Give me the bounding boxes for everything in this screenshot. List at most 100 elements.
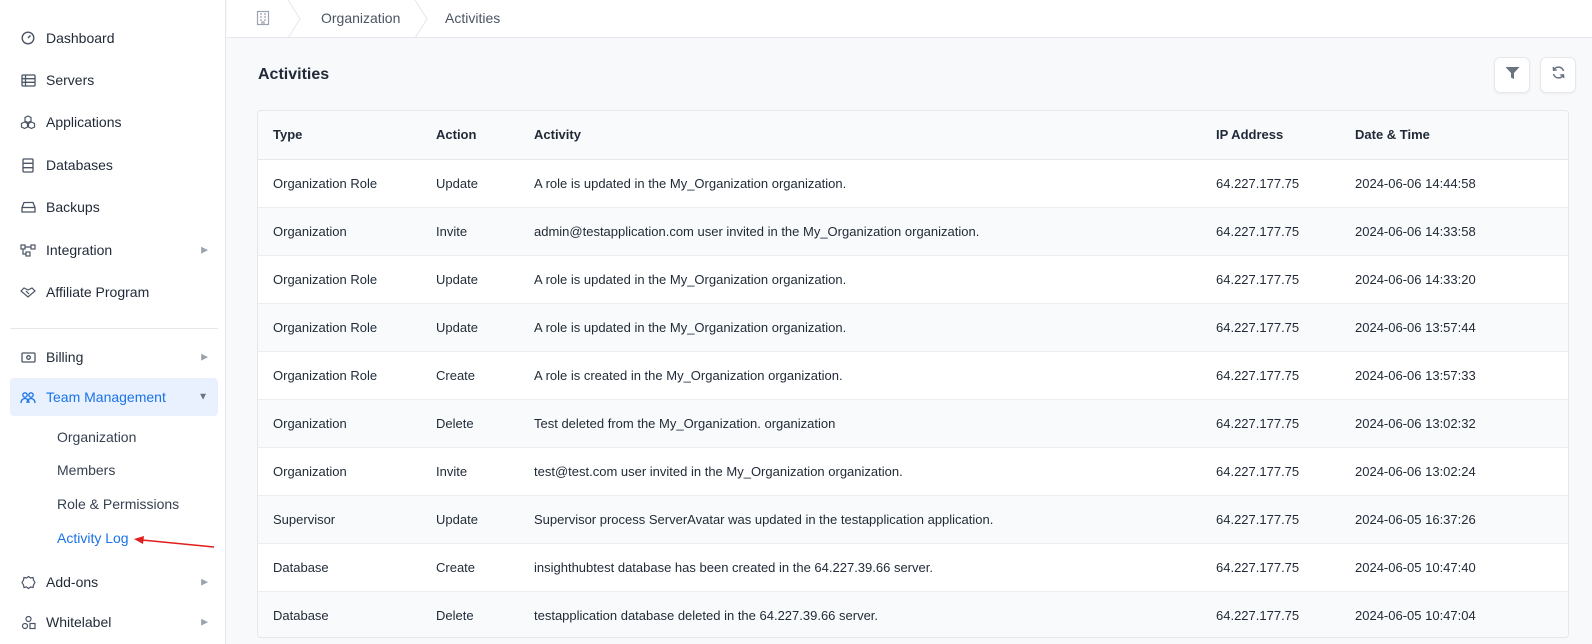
cell-ip-address: 64.227.177.75	[1216, 271, 1300, 287]
refresh-icon	[1551, 65, 1566, 85]
sidebar-item-backups[interactable]: Backups	[10, 188, 218, 226]
sub-item-role-permissions[interactable]: Role & Permissions	[57, 496, 179, 512]
breadcrumb-activities: Activities	[445, 10, 501, 26]
table-row: Organization Role Update A role is updat…	[258, 303, 1568, 351]
sidebar-item-label: Integration	[46, 242, 113, 258]
sidebar-item-databases[interactable]: Databases	[10, 146, 218, 184]
cell-ip-address: 64.227.177.75	[1216, 319, 1300, 335]
page-title: Activities	[258, 66, 330, 83]
cell-action: Delete	[436, 415, 474, 431]
server-icon	[19, 71, 37, 89]
breadcrumb-organization[interactable]: Organization	[321, 10, 400, 26]
sub-item-activity-log[interactable]: Activity Log	[57, 530, 129, 546]
column-header-type: Type	[258, 111, 436, 160]
organization-building-icon[interactable]	[255, 10, 271, 26]
cell-type: Organization	[273, 223, 347, 239]
chevron-right-icon: ▶	[201, 616, 208, 627]
filter-icon	[1505, 66, 1520, 85]
sidebar-item-label: Backups	[46, 199, 100, 215]
dashboard-gauge-icon	[19, 29, 37, 47]
sidebar-item-addons[interactable]: Add-ons ▶	[10, 563, 218, 601]
cell-date-time: 2024-06-05 10:47:40	[1355, 559, 1476, 575]
cell-date-time: 2024-06-06 14:33:58	[1355, 223, 1476, 239]
cell-activity: testapplication database deleted in the …	[534, 607, 879, 623]
cell-date-time: 2024-06-06 13:02:32	[1355, 415, 1476, 431]
table-row: Database Delete testapplication database…	[258, 591, 1568, 637]
cell-date-time: 2024-06-06 13:57:44	[1355, 319, 1476, 335]
cell-action: Update	[436, 175, 478, 191]
annotation-arrow-icon	[134, 536, 215, 548]
cell-action: Update	[436, 511, 478, 527]
cell-date-time: 2024-06-06 14:33:20	[1355, 271, 1476, 287]
cell-type: Organization Role	[273, 367, 378, 383]
sidebar-item-affiliate[interactable]: Affiliate Program	[10, 273, 218, 311]
chevron-right-icon: ▶	[201, 576, 208, 587]
cell-date-time: 2024-06-06 14:44:58	[1355, 175, 1476, 191]
cell-action: Create	[436, 367, 476, 383]
table-row: Organization Invite test@test.com user i…	[258, 447, 1568, 495]
applications-cubes-icon	[19, 113, 37, 131]
table-row: Organization Delete Test deleted from th…	[258, 399, 1568, 447]
cell-type: Organization	[273, 463, 347, 479]
whitelabel-shapes-icon	[19, 613, 37, 631]
cell-activity: A role is updated in the My_Organization…	[534, 271, 847, 287]
sidebar-item-whitelabel[interactable]: Whitelabel ▶	[10, 603, 218, 641]
breadcrumb-separator-icon	[414, 0, 428, 38]
cell-action: Update	[436, 319, 478, 335]
chevron-down-icon: ▼	[198, 391, 208, 403]
table-header-row: Type Action Activity IP Address Date & T…	[258, 111, 1568, 160]
column-header-activity: Activity	[534, 111, 1216, 160]
sidebar-item-label: Databases	[46, 157, 113, 173]
cell-ip-address: 64.227.177.75	[1216, 511, 1300, 527]
cell-date-time: 2024-06-06 13:57:33	[1355, 367, 1476, 383]
cell-date-time: 2024-06-06 13:02:24	[1355, 463, 1476, 479]
cell-action: Delete	[436, 607, 474, 623]
cell-action: Invite	[436, 223, 468, 239]
table-row: Organization Invite admin@testapplicatio…	[258, 207, 1568, 255]
addons-puzzle-icon	[19, 573, 37, 591]
cell-type: Database	[273, 559, 329, 575]
cell-type: Organization	[273, 415, 347, 431]
sidebar-item-integration[interactable]: Integration ▶	[10, 231, 218, 269]
team-icon	[19, 388, 37, 406]
cell-type: Supervisor	[273, 511, 336, 527]
cell-ip-address: 64.227.177.75	[1216, 223, 1300, 239]
sidebar-item-label: Whitelabel	[46, 614, 112, 630]
sidebar-item-team-management[interactable]: Team Management ▼	[10, 378, 218, 416]
cell-ip-address: 64.227.177.75	[1216, 367, 1300, 383]
sidebar-item-applications[interactable]: Applications	[10, 103, 218, 141]
integration-nodes-icon	[19, 241, 37, 259]
table-row: Database Create insighthubtest database …	[258, 543, 1568, 591]
column-header-action: Action	[436, 111, 534, 160]
handshake-icon	[19, 283, 37, 301]
breadcrumb-separator-icon	[287, 0, 301, 38]
sidebar-item-label: Team Management	[46, 389, 166, 405]
sidebar-divider	[10, 328, 218, 329]
sidebar-item-label: Applications	[46, 114, 122, 130]
cell-type: Organization Role	[273, 271, 378, 287]
cell-date-time: 2024-06-05 10:47:04	[1355, 607, 1476, 623]
cell-date-time: 2024-06-05 16:37:26	[1355, 511, 1476, 527]
sidebar-item-label: Billing	[46, 349, 84, 365]
cell-activity: insighthubtest database has been created…	[534, 559, 933, 575]
sidebar-item-label: Servers	[46, 72, 95, 88]
sub-item-members[interactable]: Members	[57, 462, 115, 478]
activities-table: Type Action Activity IP Address Date & T…	[257, 110, 1569, 638]
billing-icon	[19, 348, 37, 366]
sidebar-item-servers[interactable]: Servers	[10, 61, 218, 99]
cell-activity: Supervisor process ServerAvatar was upda…	[534, 511, 994, 527]
table-row: Organization Role Update A role is updat…	[258, 255, 1568, 303]
cell-activity: A role is updated in the My_Organization…	[534, 175, 847, 191]
cell-activity: A role is created in the My_Organization…	[534, 367, 843, 383]
sub-item-organization[interactable]: Organization	[57, 429, 136, 445]
sidebar-item-billing[interactable]: Billing ▶	[10, 338, 218, 376]
cell-ip-address: 64.227.177.75	[1216, 175, 1300, 191]
cell-action: Update	[436, 271, 478, 287]
cell-type: Organization Role	[273, 319, 378, 335]
cell-ip-address: 64.227.177.75	[1216, 415, 1300, 431]
table-row: Organization Role Create A role is creat…	[258, 351, 1568, 399]
cell-ip-address: 64.227.177.75	[1216, 463, 1300, 479]
sidebar-item-dashboard[interactable]: Dashboard	[10, 19, 218, 57]
refresh-button[interactable]	[1540, 57, 1576, 93]
filter-button[interactable]	[1494, 57, 1530, 93]
